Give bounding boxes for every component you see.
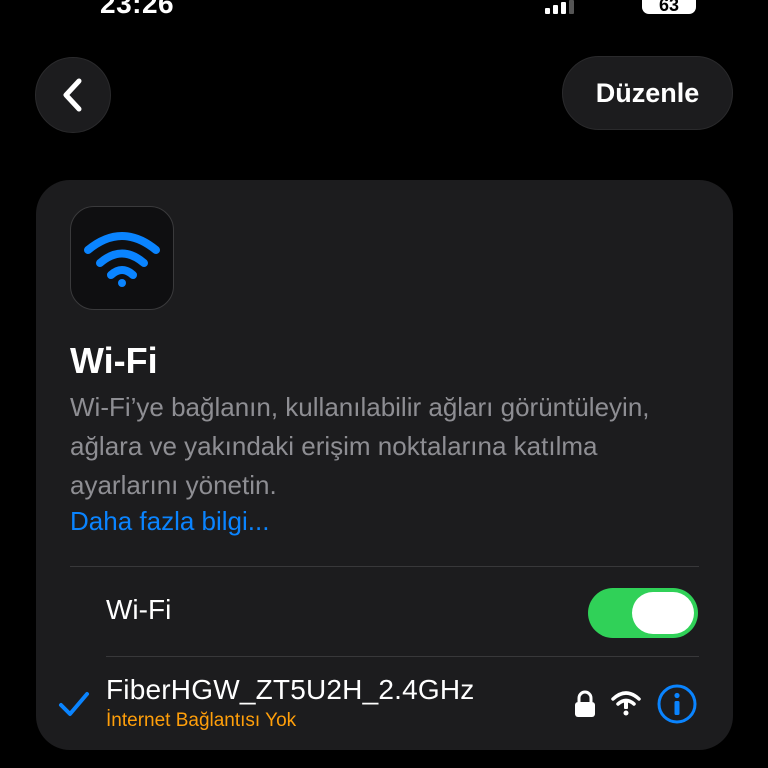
wifi-toggle-label: Wi-Fi	[106, 594, 172, 625]
chevron-left-icon	[63, 78, 82, 112]
edit-button[interactable]: Düzenle	[562, 56, 733, 130]
network-name[interactable]: FiberHGW_ZT5U2H_2.4GHz	[106, 674, 474, 706]
network-status: İnternet Bağlantısı Yok	[106, 710, 297, 731]
divider	[70, 566, 699, 567]
card-title: Wi-Fi	[70, 340, 158, 381]
wifi-icon	[84, 232, 160, 287]
card-description: Wi-Fi’ye bağlanın, kullanılabilir ağları…	[70, 392, 650, 500]
status-time: 23:26	[100, 0, 175, 19]
wifi-card: Wi-Fi Wi-Fi’ye bağlanın, kullanılabilir …	[36, 180, 733, 750]
battery-icon: 63	[642, 0, 696, 15]
cellular-signal-icon	[545, 0, 574, 14]
back-button[interactable]	[35, 57, 111, 133]
toggle-knob	[632, 592, 694, 634]
divider	[106, 656, 699, 657]
lock-icon	[575, 690, 595, 717]
wifi-settings-screen: 23:26 63 Düzenle Wi-Fi Wi-Fi’ye bağlanın…	[0, 0, 768, 768]
battery-level: 63	[658, 0, 680, 15]
wifi-app-icon	[70, 206, 174, 310]
wifi-toggle[interactable]	[588, 588, 698, 638]
wifi-strength-icon	[611, 691, 641, 716]
info-icon[interactable]	[656, 683, 698, 725]
learn-more-link[interactable]: Daha fazla bilgi...	[70, 506, 269, 537]
checkmark-icon	[59, 692, 89, 716]
